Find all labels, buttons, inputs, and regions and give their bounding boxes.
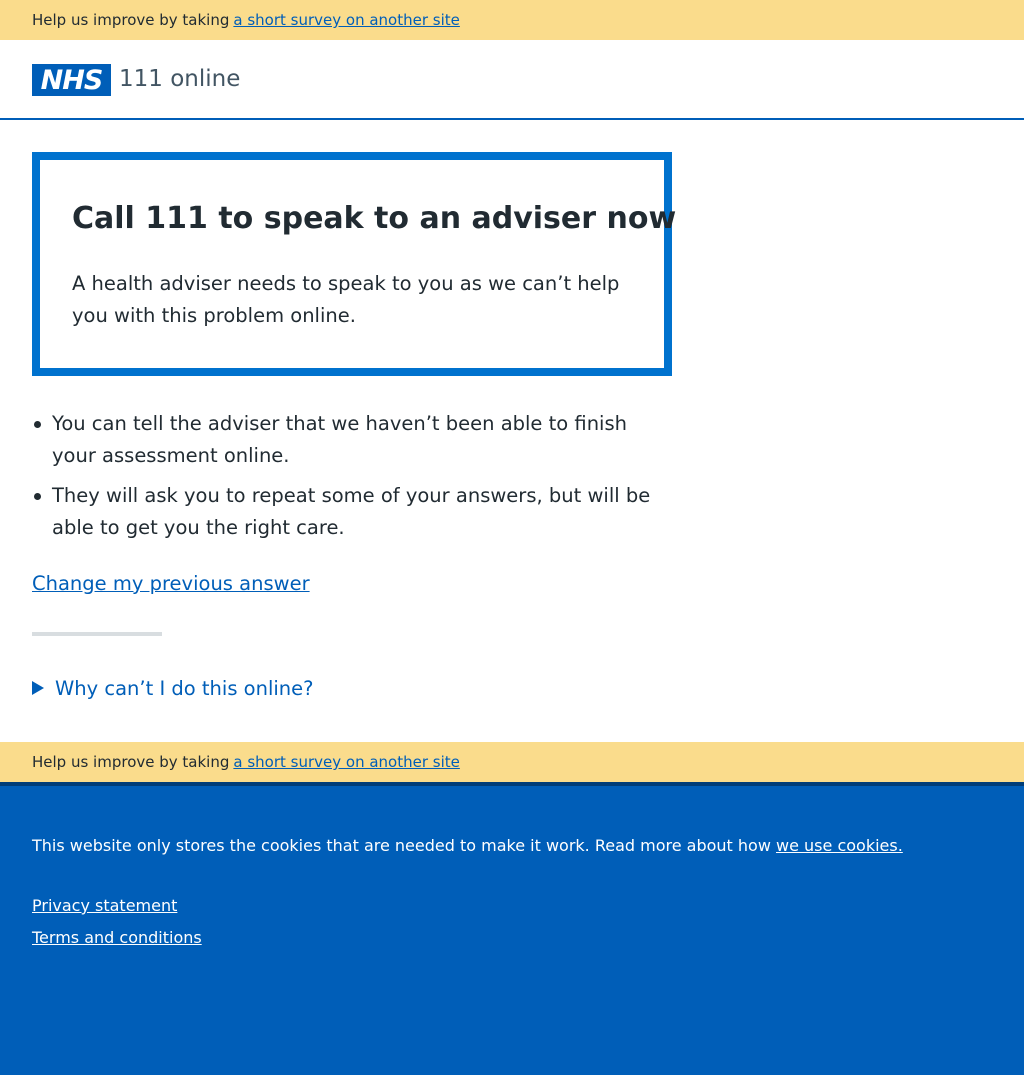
expand-triangle-icon (32, 681, 44, 695)
list-item: You can tell the adviser that we haven’t… (32, 408, 672, 472)
cookie-notice-text: This website only stores the cookies tha… (32, 836, 771, 855)
main-content: Call 111 to speak to an adviser now A he… (0, 152, 704, 704)
survey-link[interactable]: a short survey on another site (233, 11, 460, 29)
footer-links: Privacy statement Terms and conditions (32, 890, 992, 954)
care-card-body: A health adviser needs to speak to you a… (72, 272, 620, 327)
site-footer: This website only stores the cookies tha… (0, 782, 1024, 1075)
terms-and-conditions-link[interactable]: Terms and conditions (32, 922, 202, 954)
bullet-icon (34, 493, 41, 500)
details-summary[interactable]: Why can’t I do this online? (32, 672, 672, 704)
list-item: They will ask you to repeat some of your… (32, 480, 672, 544)
survey-banner-top: Help us improve by taking a short survey… (0, 0, 1024, 40)
info-list: You can tell the adviser that we haven’t… (32, 408, 672, 544)
list-item-text: You can tell the adviser that we haven’t… (52, 412, 627, 467)
survey-link[interactable]: a short survey on another site (233, 753, 460, 771)
cookies-link[interactable]: we use cookies. (776, 836, 903, 855)
survey-banner-text: Help us improve by taking (32, 753, 230, 771)
page-title: Call 111 to speak to an adviser now (72, 201, 677, 236)
details-summary-label: Why can’t I do this online? (55, 676, 314, 700)
care-card: Call 111 to speak to an adviser now A he… (32, 152, 677, 376)
bullet-icon (34, 421, 41, 428)
site-header: NHS 111 online (0, 40, 1024, 120)
privacy-statement-link[interactable]: Privacy statement (32, 890, 177, 922)
list-item-text: They will ask you to repeat some of your… (52, 484, 651, 539)
service-name: 111 online (119, 66, 241, 92)
cookie-notice: This website only stores the cookies tha… (32, 834, 992, 858)
nhs-logo[interactable]: NHS (32, 64, 111, 96)
section-divider (32, 632, 162, 636)
change-answer-link[interactable]: Change my previous answer (32, 568, 310, 600)
survey-banner-bottom: Help us improve by taking a short survey… (0, 742, 1024, 782)
survey-banner-text: Help us improve by taking (32, 11, 230, 29)
